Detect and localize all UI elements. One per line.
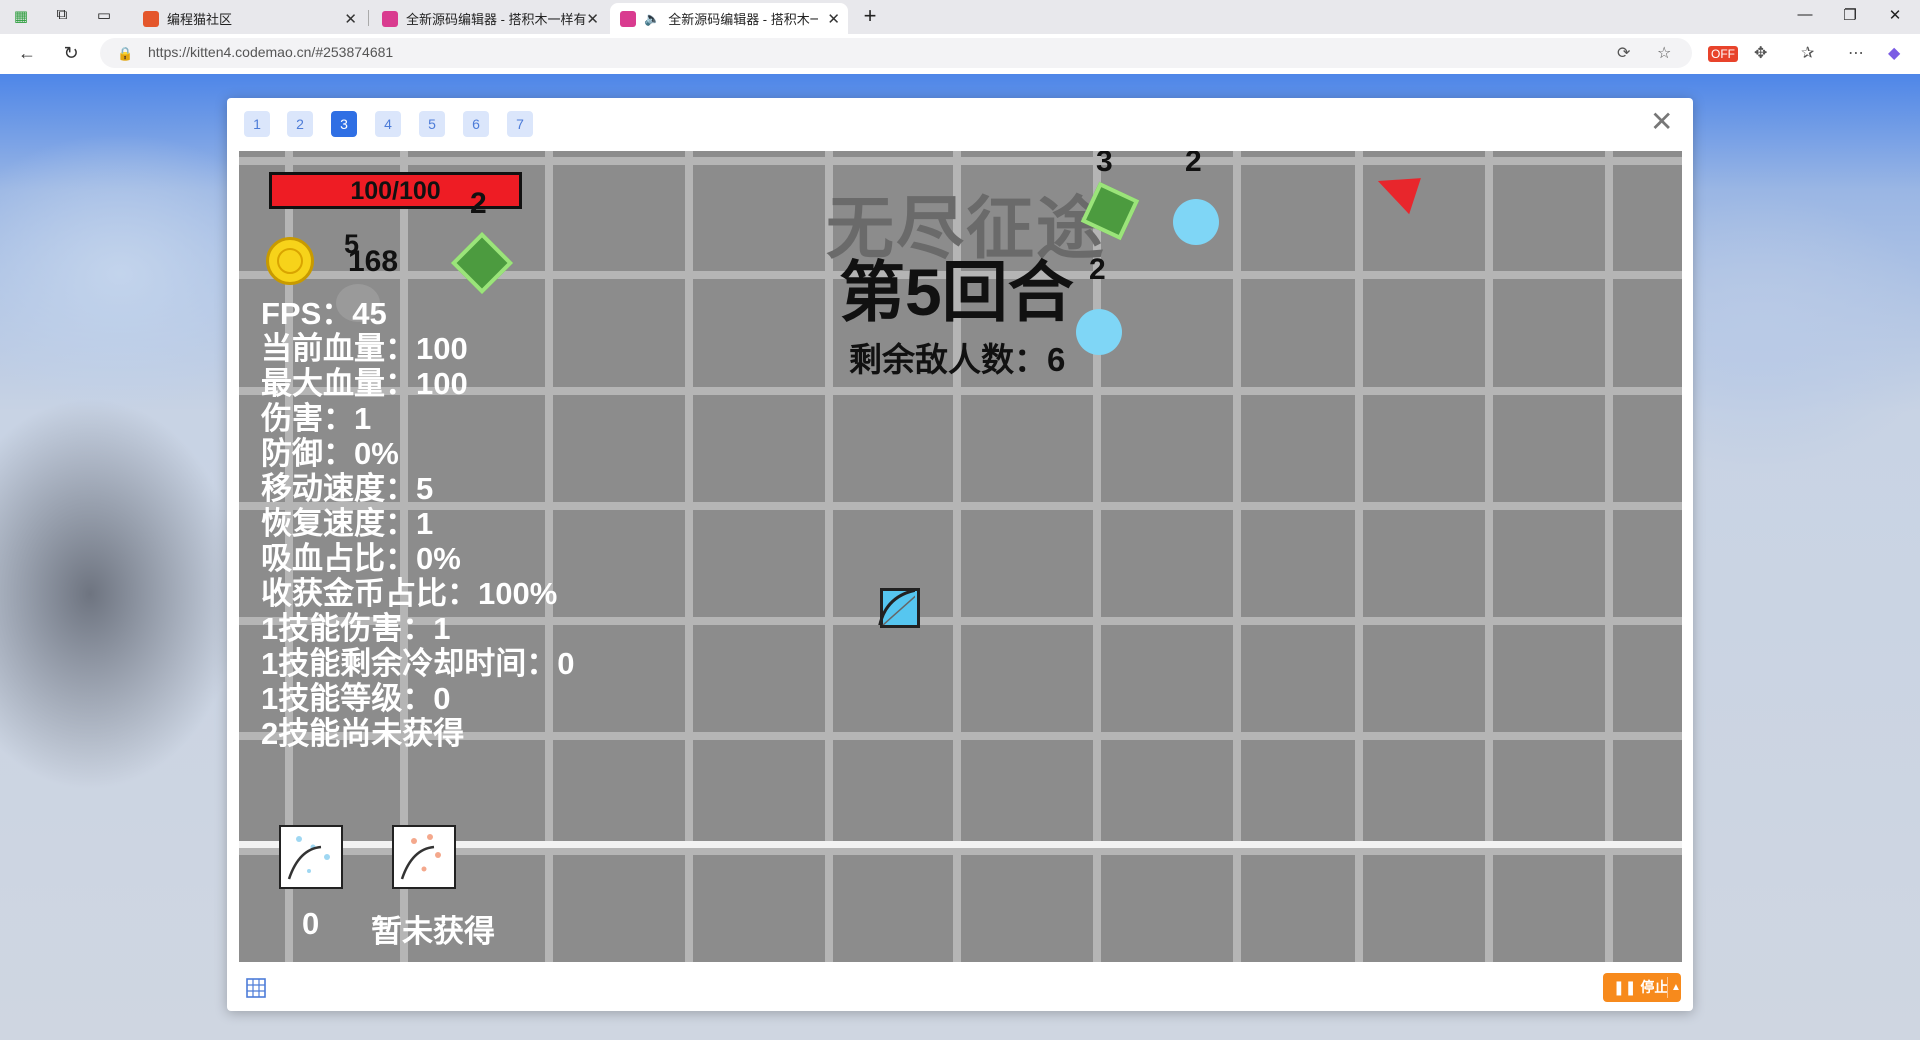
skill-1-slot[interactable] — [279, 825, 343, 889]
tab-favicon-icon — [620, 10, 636, 27]
back-icon[interactable]: ← — [16, 43, 38, 64]
stat-line: 恢复速度：1 — [261, 506, 434, 541]
bow-icon — [878, 588, 915, 625]
sidebar-toggle-icon[interactable]: ▦ — [11, 7, 31, 25]
enemy-blue-circle — [1076, 309, 1122, 355]
stat-line: 1技能等级：0 — [261, 681, 451, 716]
address-bar: ← ↻ 🔒 https://kitten4.codemao.cn/#253874… — [0, 34, 1920, 75]
reload-icon[interactable]: ↻ — [60, 43, 82, 64]
minimize-icon[interactable]: — — [1795, 6, 1815, 23]
tab-editor-1[interactable]: 全新源码编辑器 - 搭积木一样有趣 ✕ — [372, 3, 607, 34]
skill-1-label: 0 — [302, 906, 320, 941]
browser-tab-bar: ▦ ⧉ ▭ 编程猫社区 ✕ 全新源码编辑器 - 搭积木一样有趣 ✕ 🔈 全新源码… — [0, 0, 1920, 34]
skill-2-slot[interactable] — [392, 825, 456, 889]
audio-icon[interactable]: 🔈 — [644, 11, 660, 27]
player-character — [878, 588, 920, 628]
tab-editor-2[interactable]: 🔈 全新源码编辑器 - 搭积木一样 ✕ — [610, 3, 848, 34]
coin-count: 168 — [348, 245, 399, 278]
tab-community[interactable]: 编程猫社区 ✕ — [133, 3, 365, 34]
grid-toggle-icon[interactable] — [246, 978, 266, 998]
player-stats: FPS：45 当前血量：100 最大血量：100 伤害：1 防御：0% 移动速度… — [261, 296, 574, 751]
tab-close-icon[interactable]: ✕ — [344, 10, 357, 28]
page-button-6[interactable]: 6 — [463, 111, 489, 137]
extensions-icon[interactable]: ✥ — [1754, 43, 1767, 63]
enemy-blue-circle — [1173, 199, 1219, 245]
caret-up-icon[interactable]: ▲ — [1671, 973, 1681, 1002]
stat-line: 1技能剩余冷却时间：0 — [261, 646, 575, 681]
stat-line: 1技能伤害：1 — [261, 611, 451, 646]
page-button-4[interactable]: 4 — [375, 111, 401, 137]
enemy-hp-label: 2 — [470, 187, 487, 220]
game-stage[interactable]: 100/100 2 5 168 FPS：45 当前血量：100 最大血量：100… — [239, 151, 1682, 962]
enemy-hp-label: 2 — [1089, 253, 1106, 286]
tab-close-icon[interactable]: ✕ — [586, 10, 599, 28]
stat-line: 移动速度：5 — [261, 471, 434, 506]
enemy-hp-label: 2 — [1185, 151, 1202, 178]
copilot-icon[interactable]: ◆ — [1888, 43, 1900, 63]
page-button-3[interactable]: 3 — [331, 111, 357, 137]
translate-icon[interactable]: ⟳ — [1617, 43, 1630, 63]
favorites-icon[interactable]: ✰ — [1801, 43, 1814, 63]
new-tab-icon[interactable]: + — [860, 3, 880, 29]
close-dialog-icon[interactable]: ✕ — [1650, 108, 1673, 136]
coin-icon — [266, 237, 314, 285]
skill-1-icon — [287, 836, 330, 880]
stop-button-divider — [1667, 977, 1668, 998]
tab-title: 全新源码编辑器 - 搭积木一样有趣 — [406, 12, 586, 27]
page-button-1[interactable]: 1 — [244, 111, 270, 137]
stat-line: 伤害：1 — [261, 401, 372, 436]
skill-2-label: 暂未获得 — [371, 914, 495, 949]
enemies-left-label: 剩余敌人数：6 — [849, 341, 1066, 378]
page-button-5[interactable]: 5 — [419, 111, 445, 137]
stat-line: 2技能尚未获得 — [261, 716, 465, 751]
tab-title: 编程猫社区 — [167, 12, 233, 27]
stat-line: 最大血量：100 — [261, 366, 468, 401]
stop-text: 停止 — [1640, 979, 1669, 995]
enemy-hp-label: 3 — [1096, 151, 1113, 178]
tab-favicon-icon — [382, 10, 398, 27]
stat-line: 防御：0% — [261, 436, 399, 471]
url-text: https://kitten4.codemao.cn/#253874681 — [148, 44, 394, 60]
page-button-7[interactable]: 7 — [507, 111, 533, 137]
stat-line: FPS：45 — [261, 296, 387, 331]
pause-icon: ❚❚ — [1613, 979, 1637, 995]
restore-icon[interactable]: ❐ — [1840, 6, 1860, 24]
favorite-star-icon[interactable]: ☆ — [1657, 43, 1671, 63]
round-label: 第5回合 — [839, 255, 1074, 329]
stat-line: 收获金币占比：100% — [261, 576, 558, 611]
tab-title: 全新源码编辑器 - 搭积木一样 — [668, 12, 819, 27]
tab-actions-icon[interactable]: ▭ — [94, 6, 114, 24]
extension-off-icon[interactable]: OFF — [1708, 46, 1738, 62]
lock-icon[interactable]: 🔒 — [117, 46, 133, 62]
stop-button-label: ❚❚ 停止 — [1613, 973, 1668, 1002]
skill-2-icon — [400, 834, 441, 880]
close-window-icon[interactable]: ✕ — [1885, 6, 1905, 24]
tab-favicon-icon — [143, 10, 159, 27]
collections-icon[interactable]: ⧉ — [52, 6, 72, 23]
stat-line: 吸血占比：0% — [261, 541, 461, 576]
stat-line: 当前血量：100 — [261, 331, 468, 366]
stop-button[interactable]: ❚❚ 停止 ▲ — [1603, 973, 1681, 1002]
page-button-2[interactable]: 2 — [287, 111, 313, 137]
more-menu-icon[interactable]: ⋯ — [1848, 43, 1864, 63]
tab-close-icon[interactable]: ✕ — [827, 10, 840, 28]
